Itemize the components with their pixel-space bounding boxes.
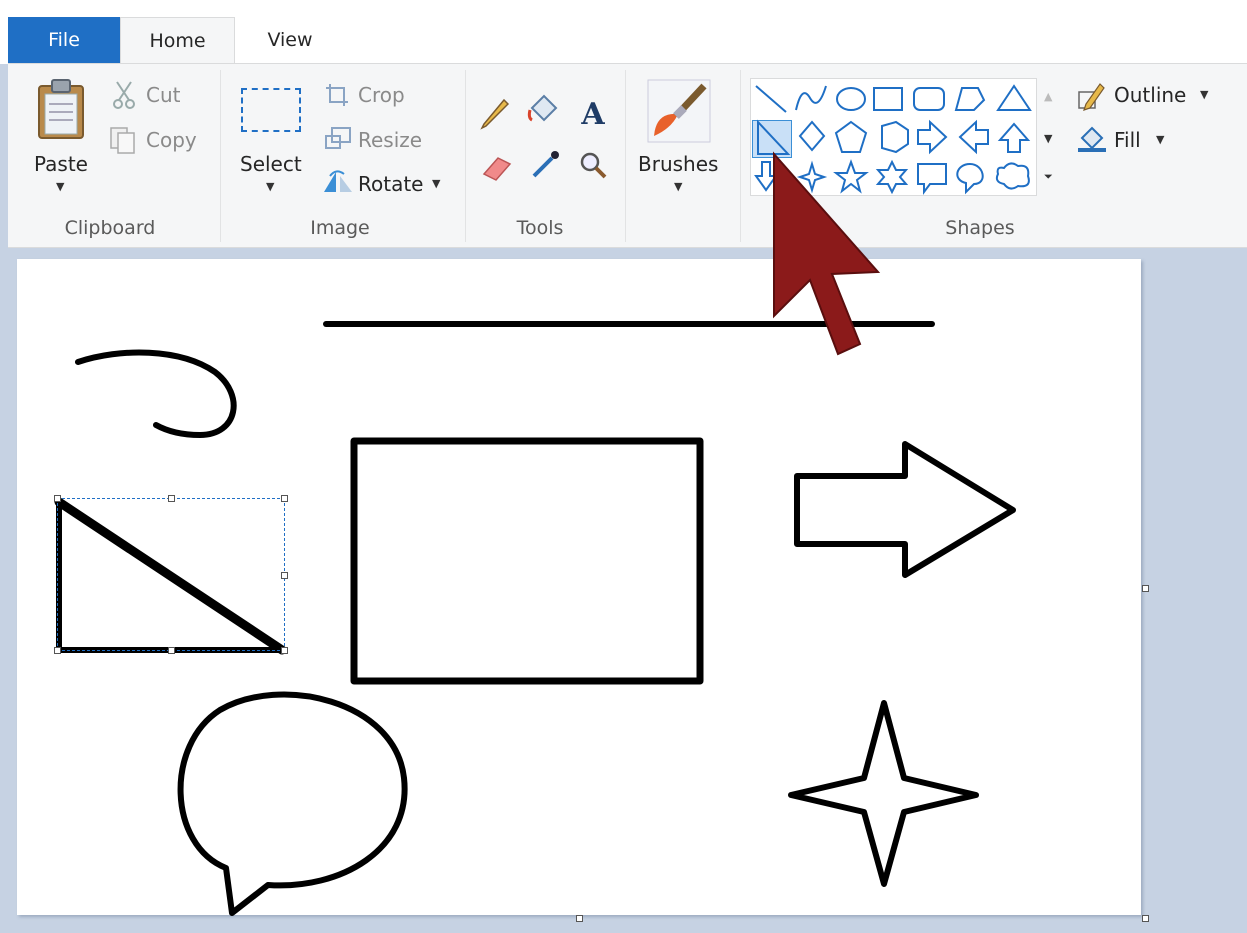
selection-handle-bottom-right[interactable]: [281, 647, 288, 654]
selection-handle-top-left[interactable]: [54, 495, 61, 502]
canvas-resize-handle-corner[interactable]: [1142, 915, 1149, 922]
canvas-drawing: [54, 321, 1016, 916]
cursor-arrow-icon: [773, 151, 881, 356]
canvas-resize-handle-bottom[interactable]: [576, 915, 583, 922]
selection-handle-top[interactable]: [168, 495, 175, 502]
selection-handle-bottom[interactable]: [168, 647, 175, 654]
selection-box[interactable]: [57, 498, 285, 651]
selection-handle-top-right[interactable]: [281, 495, 288, 502]
selection-handle-bottom-left[interactable]: [54, 647, 61, 654]
canvas-resize-handle-right[interactable]: [1142, 585, 1149, 592]
selection-handle-right[interactable]: [281, 572, 288, 579]
